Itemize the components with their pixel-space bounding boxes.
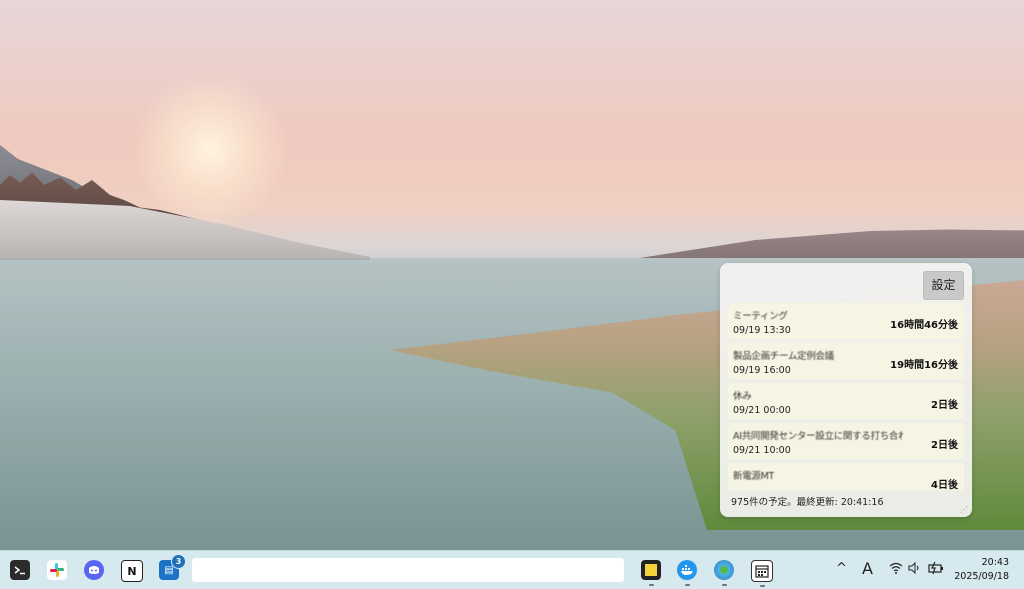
terminal-icon[interactable] — [10, 560, 30, 580]
event-date: 09/19 13:30 — [733, 325, 791, 336]
wallpaper-hill-right — [640, 229, 1024, 258]
event-date: 09/19 16:00 — [733, 365, 791, 376]
schedule-widget: 設定 ミーティング 09/19 13:30 16時間46分後 製品企画チーム定例… — [720, 263, 972, 517]
running-indicator — [649, 584, 654, 586]
show-hidden-icons-chevron-icon[interactable]: ^ — [836, 561, 847, 576]
event-item[interactable]: 新電源MT 4日後 — [728, 463, 964, 490]
battery-power-icon[interactable] — [928, 561, 944, 579]
event-date: 09/21 10:00 — [733, 445, 791, 456]
docker-icon[interactable] — [677, 560, 697, 586]
discord-icon[interactable] — [84, 560, 104, 580]
running-indicator — [685, 584, 690, 586]
event-title: ミーティング — [733, 311, 788, 322]
event-item[interactable]: 休み 09/21 00:00 2日後 — [728, 383, 964, 419]
globe-app-icon[interactable] — [714, 560, 734, 586]
volume-icon[interactable] — [908, 561, 922, 578]
notification-badge: 3 — [171, 554, 186, 569]
clock-time: 20:43 — [981, 557, 1009, 568]
event-title: AI共同開発センター設立に関する打ち合わせ — [733, 431, 903, 442]
ime-indicator[interactable]: A — [862, 559, 873, 578]
event-date: 09/21 00:00 — [733, 405, 791, 416]
event-title: 新電源MT — [733, 471, 774, 482]
wallpaper-sun — [130, 70, 290, 230]
clock[interactable]: 20:43 2025/09/18 — [954, 556, 1009, 584]
status-text: 975件の予定。最終更新: 20:41:16 — [731, 497, 884, 508]
event-remaining: 4日後 — [931, 480, 958, 490]
running-indicator — [760, 585, 765, 587]
event-title: 製品企画チーム定例会議 — [733, 351, 834, 362]
event-remaining: 19時間16分後 — [890, 360, 958, 371]
calendar-app-icon[interactable] — [751, 560, 773, 587]
resize-grip-icon[interactable]: ⋰ — [960, 505, 968, 514]
event-remaining: 2日後 — [931, 400, 958, 411]
settings-button[interactable]: 設定 — [923, 271, 964, 300]
notion-icon[interactable]: N — [121, 560, 143, 582]
event-item[interactable]: AI共同開発センター設立に関する打ち合わせ 09/21 10:00 2日後 — [728, 423, 964, 459]
taskbar: N ▤ 3 ^ A 20:43 2025/09/18 — [0, 550, 1024, 589]
slack-icon[interactable] — [47, 560, 67, 580]
clock-date: 2025/09/18 — [954, 571, 1009, 582]
sticky-notes-icon[interactable] — [641, 560, 661, 586]
event-item[interactable]: ミーティング 09/19 13:30 16時間46分後 — [728, 303, 964, 339]
outlook-icon[interactable]: ▤ 3 — [159, 554, 186, 580]
event-remaining: 16時間46分後 — [890, 320, 958, 331]
running-indicator — [722, 584, 727, 586]
event-list: ミーティング 09/19 13:30 16時間46分後 製品企画チーム定例会議 … — [728, 303, 964, 490]
desktop-wallpaper: 設定 ミーティング 09/19 13:30 16時間46分後 製品企画チーム定例… — [0, 0, 1024, 550]
search-input[interactable] — [192, 558, 624, 582]
wifi-icon[interactable] — [889, 562, 903, 577]
event-item[interactable]: 製品企画チーム定例会議 09/19 16:00 19時間16分後 — [728, 343, 964, 379]
event-remaining: 2日後 — [931, 440, 958, 451]
event-title: 休み — [733, 391, 752, 402]
